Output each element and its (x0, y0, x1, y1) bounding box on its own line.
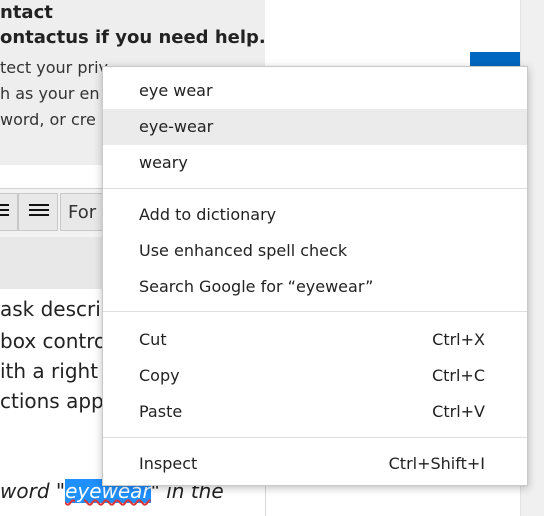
add-to-dictionary[interactable]: Add to dictionary (103, 197, 527, 233)
editor-line: ctions app (0, 389, 104, 413)
menu-separator (103, 311, 527, 312)
shortcut-label: Ctrl+V (432, 402, 485, 421)
info-line: h as your en (0, 84, 100, 103)
editor-text: word " (0, 479, 66, 503)
menu-item-label: Inspect (139, 454, 198, 473)
suggestion-eye-wear[interactable]: eye wear (103, 73, 527, 109)
menu-item-label: eye wear (139, 81, 213, 100)
search-google[interactable]: Search Google for “eyewear” (103, 269, 527, 305)
menu-item-label: Use enhanced spell check (139, 241, 348, 260)
menu-separator (103, 437, 527, 438)
info-line: word, or cre (0, 110, 96, 129)
menu-item-label: weary (139, 153, 188, 172)
editor-line: box contro (0, 329, 107, 353)
justify-button[interactable] (18, 193, 58, 231)
editor-line: ask descrip (0, 297, 114, 321)
align-button[interactable] (0, 193, 18, 231)
enhanced-spell-check[interactable]: Use enhanced spell check (103, 233, 527, 269)
paste-menu-item[interactable]: Paste Ctrl+V (103, 394, 527, 430)
shortcut-label: Ctrl+Shift+I (388, 454, 485, 473)
menu-item-label: Copy (139, 366, 180, 385)
info-title: ntact (0, 2, 53, 23)
inspect-menu-item[interactable]: Inspect Ctrl+Shift+I (103, 446, 527, 482)
context-menu: eye wear eye-wear weary Add to dictionar… (102, 66, 528, 486)
align-left-icon (0, 204, 9, 220)
menu-item-label: eye-wear (139, 117, 214, 136)
suggestion-eye-hyphen-wear[interactable]: eye-wear (103, 109, 527, 145)
suggestion-weary[interactable]: weary (103, 145, 527, 181)
menu-item-label: Cut (139, 330, 167, 349)
menu-separator (103, 188, 527, 189)
menu-item-label: Add to dictionary (139, 205, 277, 224)
cut-menu-item[interactable]: Cut Ctrl+X (103, 322, 527, 358)
shortcut-label: Ctrl+X (432, 330, 485, 349)
editor-line: ith a right (0, 359, 99, 383)
info-line: tect your priv (0, 58, 108, 77)
copy-menu-item[interactable]: Copy Ctrl+C (103, 358, 527, 394)
align-justify-icon (29, 204, 49, 220)
shortcut-label: Ctrl+C (431, 366, 485, 385)
menu-item-label: Paste (139, 402, 183, 421)
menu-item-label: Search Google for “eyewear” (139, 277, 374, 296)
info-help-text: ontactus if you need help. (0, 27, 266, 48)
